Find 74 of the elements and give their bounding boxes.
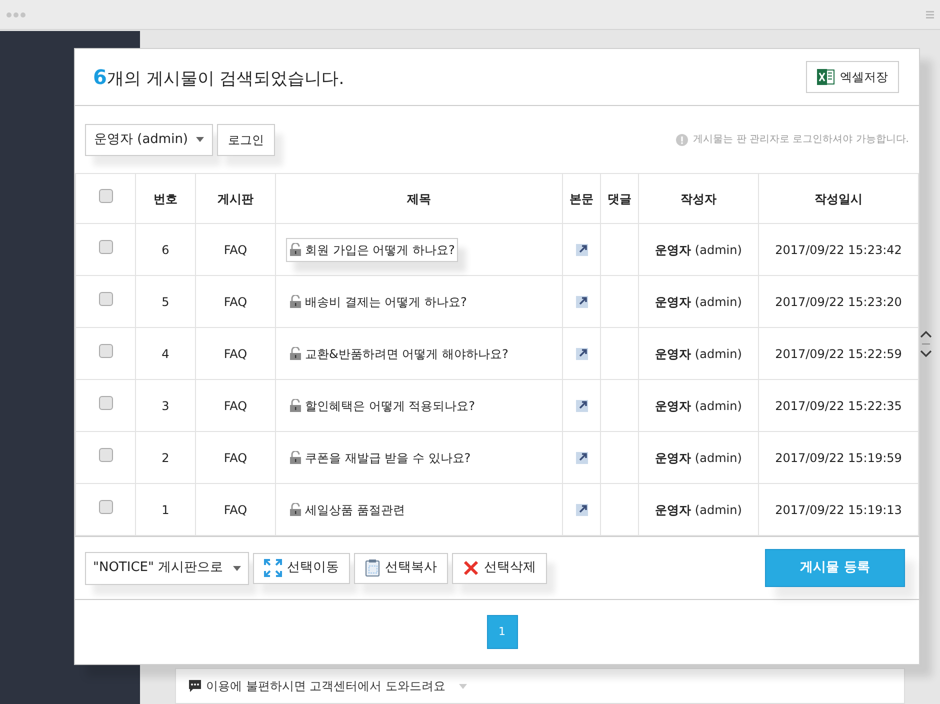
external-link-icon[interactable] (576, 296, 588, 308)
notice-text: 게시물는 판 관리자로 로그인하셔야 가능합니다. (693, 133, 909, 147)
checkbox[interactable] (98, 240, 112, 254)
board-cell: FAQ (224, 346, 248, 360)
checkbox[interactable] (98, 500, 112, 514)
author-cell: 운영자 (admin) (655, 450, 742, 464)
number-cell: 6 (162, 242, 170, 256)
author-cell: 운영자 (admin) (655, 242, 742, 256)
column-header: 게시판 (218, 192, 254, 206)
external-link-icon[interactable] (576, 504, 588, 516)
date-cell: 2017/09/22 15:19:13 (775, 502, 902, 516)
move-button[interactable]: 선택이동 (253, 552, 350, 584)
caret-icon (196, 137, 204, 142)
clipboard-icon (365, 559, 380, 577)
caret-icon[interactable] (459, 684, 468, 688)
caret-icon (233, 566, 242, 570)
author-cell: 운영자 (admin) (655, 294, 742, 308)
column-header: 번호 (154, 192, 178, 206)
column-header: 댓글 (608, 192, 632, 206)
user-dropdown[interactable]: 운영자 (admin) (85, 124, 214, 156)
result-title: 6개의 게시물이 검색되었습니다. (93, 64, 344, 91)
number-cell: 1 (162, 502, 170, 516)
number-cell: 3 (162, 398, 170, 412)
board-cell: FAQ (224, 398, 248, 412)
copy-button[interactable]: 선택복사 (354, 552, 448, 584)
external-link-icon[interactable] (576, 452, 588, 464)
author-cell: 운영자 (admin) (655, 502, 742, 516)
board-cell: FAQ (224, 294, 248, 308)
board-cell: FAQ (224, 450, 248, 464)
board-cell: FAQ (224, 502, 248, 516)
excel-save-button[interactable]: 엑셀저장 (806, 61, 899, 93)
checkbox[interactable] (98, 448, 112, 462)
author-cell: 운영자 (admin) (655, 346, 742, 360)
menu-icon[interactable] (926, 10, 934, 18)
board-cell: FAQ (224, 242, 248, 256)
expand-arrows-icon (264, 559, 282, 577)
external-link-icon[interactable] (576, 244, 588, 256)
chat-icon (188, 679, 202, 693)
column-header: 작성일시 (814, 192, 862, 206)
padlock-icon (289, 451, 302, 464)
date-cell: 2017/09/22 15:22:59 (775, 346, 902, 360)
login-button[interactable]: 로그인 (217, 124, 276, 156)
padlock-icon (289, 295, 302, 308)
close-icon (463, 560, 480, 576)
padlock-icon (289, 347, 302, 360)
number-cell: 5 (162, 294, 170, 308)
date-cell: 2017/09/22 15:19:59 (775, 450, 902, 464)
padlock-icon (289, 243, 302, 256)
checkbox[interactable] (98, 344, 112, 358)
number-cell: 2 (162, 450, 170, 464)
help-text: 이용에 불편하시면 고객센터에서 도와드려요 (206, 678, 446, 695)
padlock-icon (289, 503, 302, 516)
external-link-icon[interactable] (576, 348, 588, 360)
info-icon (676, 134, 688, 146)
post-title-link[interactable]: 회원 가입은 어떻게 하나요? (286, 238, 458, 262)
external-link-icon[interactable] (576, 400, 588, 412)
number-cell: 4 (162, 346, 170, 360)
column-header: 제목 (407, 192, 431, 206)
author-cell: 운영자 (admin) (655, 398, 742, 412)
date-cell: 2017/09/22 15:23:20 (775, 294, 902, 308)
post-title-link[interactable]: 세일상품 품절관련 (286, 498, 408, 522)
checkbox[interactable] (98, 292, 112, 306)
spreadsheet-icon (817, 68, 835, 86)
column-header: 작성자 (680, 192, 716, 206)
date-cell: 2017/09/22 15:22:35 (775, 398, 902, 412)
board-dropdown[interactable]: "NOTICE" 게시판으로 (85, 552, 250, 584)
padlock-icon (289, 399, 302, 412)
scroll-arrows-icon[interactable] (919, 328, 933, 360)
delete-button[interactable]: 선택삭제 (452, 552, 548, 584)
window-dots-icon (6, 12, 26, 18)
column-header: 본문 (570, 192, 594, 206)
date-cell: 2017/09/22 15:23:42 (775, 242, 902, 256)
checkbox[interactable] (98, 396, 112, 410)
checkbox[interactable] (98, 189, 112, 203)
